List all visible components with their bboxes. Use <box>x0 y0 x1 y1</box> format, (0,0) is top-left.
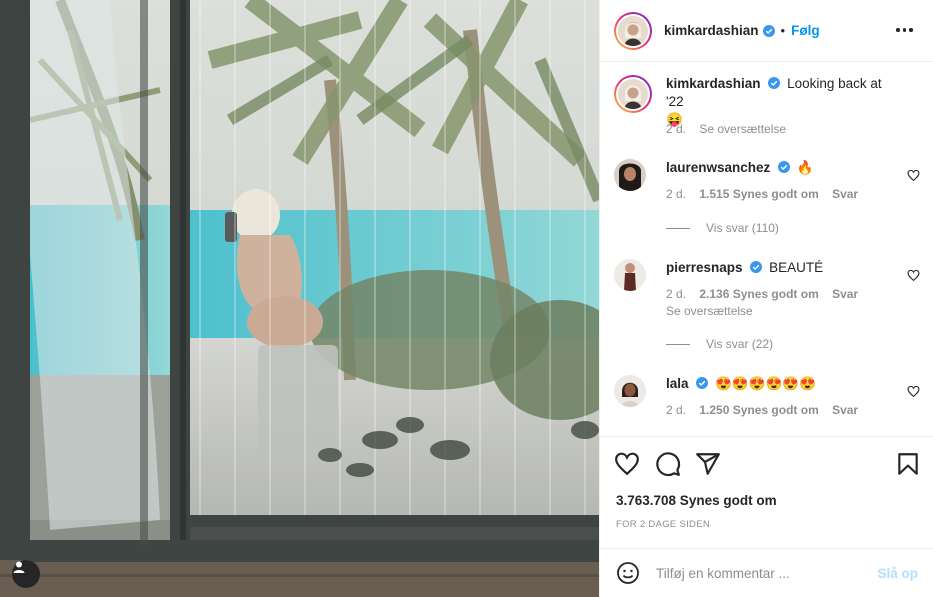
photo-illustration <box>0 0 599 597</box>
bookmark-icon[interactable] <box>895 451 921 477</box>
comment-text: 🔥 <box>796 160 814 175</box>
comment-input[interactable]: Tilføj en kommentar ... <box>656 566 877 581</box>
post-actions: 3.763.708 Synes godt om FOR 2 DAGE SIDEN <box>600 436 933 548</box>
comment-icon[interactable] <box>655 451 681 477</box>
comment-username[interactable]: lala <box>666 376 689 391</box>
heart-icon[interactable] <box>614 451 640 477</box>
replies-divider <box>666 343 690 345</box>
separator-dot: • <box>780 23 786 38</box>
comment-like-heart-icon[interactable] <box>907 269 920 282</box>
share-icon[interactable] <box>695 451 721 477</box>
follow-button[interactable]: Følg <box>791 23 820 38</box>
verified-badge-icon <box>696 377 709 389</box>
user-tag-icon <box>13 561 25 573</box>
view-replies-button[interactable]: Vis svar (22) <box>666 337 773 351</box>
comment-likes[interactable]: 1.515 Synes godt om <box>699 187 818 201</box>
comments-list: kimkardashian Looking back at '22 😝 2 d.… <box>600 63 933 435</box>
verified-badge-icon <box>762 24 775 37</box>
caption-avatar-ring[interactable] <box>614 75 652 113</box>
verified-badge-icon <box>778 161 791 173</box>
comment-reply-button[interactable]: Svar <box>832 403 858 417</box>
view-replies-label: Vis svar (110) <box>706 221 779 235</box>
emoji-icon[interactable] <box>616 561 640 585</box>
comment-like-heart-icon[interactable] <box>907 385 920 398</box>
post-timestamp[interactable]: FOR 2 DAGE SIDEN <box>616 519 710 530</box>
comment-age[interactable]: 2 d. <box>666 287 686 301</box>
comment-age[interactable]: 2 d. <box>666 187 686 201</box>
author-avatar <box>618 15 648 46</box>
verified-badge-icon <box>768 77 781 89</box>
comment-likes[interactable]: 2.136 Synes godt om <box>699 287 818 301</box>
post-photo[interactable] <box>0 0 599 597</box>
post-comment-button[interactable]: Slå op <box>877 566 918 581</box>
instagram-post-modal: kimkardashian • Følg kimkardashian Looki… <box>0 0 933 597</box>
add-comment-bar: Tilføj en kommentar ... Slå op <box>600 548 933 597</box>
comment-reply-button[interactable]: Svar <box>832 187 858 201</box>
post-side-panel: kimkardashian • Følg kimkardashian Looki… <box>599 0 933 597</box>
comment-age[interactable]: 2 d. <box>666 403 686 417</box>
user-tag-button[interactable] <box>12 560 40 588</box>
replies-divider <box>666 227 690 229</box>
caption-username[interactable]: kimkardashian <box>666 76 761 91</box>
view-replies-label: Vis svar (22) <box>706 337 774 351</box>
view-replies-button[interactable]: Vis svar (110) <box>666 221 779 235</box>
comment-translate-link[interactable]: Se oversættelse <box>666 304 753 318</box>
comment-likes[interactable]: 1.250 Synes godt om <box>699 403 818 417</box>
comment-username[interactable]: laurenwsanchez <box>666 160 770 175</box>
author-avatar-ring[interactable] <box>614 11 652 50</box>
verified-badge-icon <box>750 261 763 273</box>
caption-translate-link[interactable]: Se oversættelse <box>699 122 786 136</box>
comment-text: 😍😍😍😍😍😍 <box>715 376 816 391</box>
caption-avatar <box>618 79 648 109</box>
comment-reply-button[interactable]: Svar <box>832 287 858 301</box>
comment-username[interactable]: pierresnaps <box>666 260 743 275</box>
comment-avatar[interactable] <box>614 159 646 191</box>
post-header: kimkardashian • Følg <box>600 0 933 62</box>
post-likes-count[interactable]: 3.763.708 Synes godt om <box>616 493 777 508</box>
author-username[interactable]: kimkardashian <box>664 23 759 38</box>
more-options-icon[interactable] <box>896 22 916 38</box>
comment-like-heart-icon[interactable] <box>907 169 920 182</box>
comment-avatar[interactable] <box>614 375 646 407</box>
caption-age[interactable]: 2 d. <box>666 122 686 136</box>
comment-text: BEAUTÉ <box>769 260 824 275</box>
comment-avatar[interactable] <box>614 259 646 291</box>
